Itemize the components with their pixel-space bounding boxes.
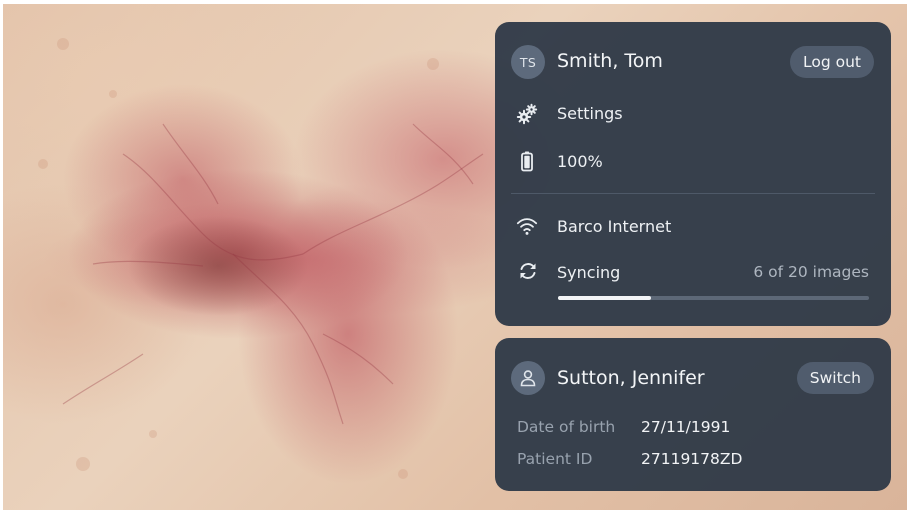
log-out-button[interactable]: Log out [790, 46, 874, 78]
account-panel: TS Smith, Tom Log out Settings 100% Barc… [495, 22, 891, 326]
person-icon [519, 369, 537, 387]
user-name: Smith, Tom [557, 50, 663, 72]
sync-progress-fill [558, 296, 652, 300]
battery-level: 100% [557, 152, 603, 171]
settings-label: Settings [557, 104, 623, 123]
patient-name: Sutton, Jennifer [557, 367, 705, 389]
network-menu-item[interactable]: Barco Internet [507, 208, 879, 244]
network-name: Barco Internet [557, 217, 672, 236]
settings-menu-item[interactable]: Settings [507, 96, 879, 132]
wifi-icon [516, 215, 538, 237]
sync-icon [517, 260, 539, 282]
sync-label: Syncing [557, 263, 621, 282]
patient-id-value: 27119178ZD [641, 450, 743, 468]
gears-icon [516, 103, 538, 125]
user-avatar: TS [511, 45, 545, 79]
sync-status: 6 of 20 images [753, 263, 869, 281]
date-of-birth-value: 27/11/1991 [641, 418, 731, 436]
patient-id-label: Patient ID [517, 450, 593, 468]
battery-icon [516, 150, 538, 172]
date-of-birth-label: Date of birth [517, 418, 616, 436]
patient-avatar [511, 361, 545, 395]
patient-panel: Sutton, Jennifer Switch Date of birth 27… [495, 338, 891, 491]
sync-progress-bar [558, 296, 869, 300]
switch-patient-button[interactable]: Switch [796, 362, 874, 394]
divider [511, 193, 875, 194]
